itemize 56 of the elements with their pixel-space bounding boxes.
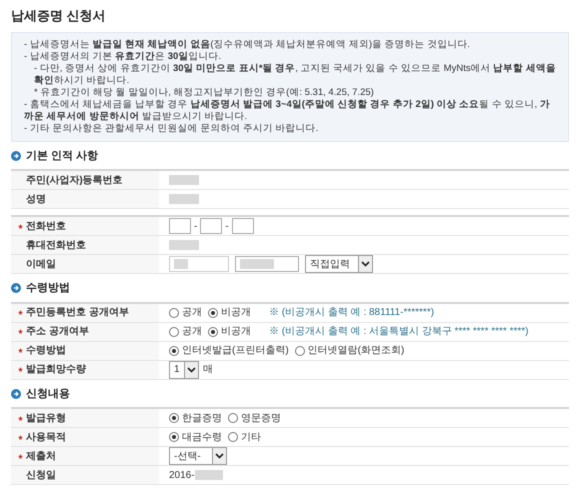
radio-option[interactable]: 공개 bbox=[169, 305, 202, 320]
unit-label: 매 bbox=[203, 363, 213, 377]
form-label: 주민등록번호 공개여부 bbox=[11, 304, 159, 322]
phone-input-field[interactable] bbox=[232, 218, 254, 234]
form-label: 주소 공개여부 bbox=[11, 322, 159, 340]
section-title: 신청내용 bbox=[26, 386, 70, 402]
date-value: 2016- bbox=[169, 468, 195, 482]
redacted-value bbox=[169, 240, 199, 250]
dropdown-select[interactable]: 1 bbox=[169, 360, 199, 378]
form-label: 성명 bbox=[11, 190, 159, 208]
hint-text: ※ (비공개시 출력 예 : 881111-*******) bbox=[269, 306, 434, 320]
form-label: 발급유형 bbox=[11, 409, 159, 427]
redacted-value bbox=[169, 194, 199, 204]
email-domain-select[interactable]: 직접입력 bbox=[305, 255, 373, 273]
form-label: 제출처 bbox=[11, 447, 159, 465]
dropdown-select[interactable]: -선택- bbox=[169, 447, 227, 465]
notice-text: - 납세증명서는 발급일 현재 체납액이 없음(징수유예액과 체납처분유예액 제외)을 증명하는 것입니다. bbox=[24, 38, 471, 50]
notice-text: * 유효기간이 해당 월 말일이나, 해정고지납부기한인 경우(예: 5.31, 4.25, 7.25) bbox=[33, 86, 375, 98]
redacted-value bbox=[169, 175, 199, 185]
hint-text: ※ (비공개시 출력 예 : 서울특별시 강북구 **** **** **** ****) bbox=[269, 325, 528, 339]
notice-text: - 납세증명서의 기본 유효기간은 30일입니다. bbox=[24, 50, 222, 62]
form-label: 사용목적 bbox=[11, 428, 159, 446]
page-title: 납세증명 신청서 bbox=[11, 7, 107, 25]
bullet-arrow-icon bbox=[11, 283, 21, 294]
email-domain-field[interactable] bbox=[235, 256, 299, 272]
phone-separator: - bbox=[194, 220, 198, 234]
radio-option[interactable]: 공개 bbox=[169, 324, 202, 339]
redacted-value bbox=[194, 470, 223, 480]
form-label: 발급희망수량 bbox=[11, 360, 159, 378]
redacted-value bbox=[240, 259, 274, 269]
redacted-value bbox=[174, 259, 188, 269]
bullet-arrow-icon bbox=[11, 388, 21, 399]
phone-input-field[interactable] bbox=[169, 218, 191, 234]
radio-option[interactable]: 인터넷발급(프린터출력) bbox=[169, 343, 289, 358]
phone-input-field[interactable] bbox=[200, 218, 222, 234]
notice-text: - 기타 문의사항은 관할세무서 민원실에 문의하여 주시기 바랍니다. bbox=[24, 122, 320, 134]
notice-text: - 다만, 증명서 상에 유효기간이 30일 미만으로 표시*될 경우, 고지된 국세가 있을 수 있으므로 MyNts에서 납부할 세액을 확인하시기 바랍니다. bbox=[33, 62, 556, 86]
email-id-field[interactable] bbox=[169, 256, 229, 272]
radio-option[interactable]: 기타 bbox=[228, 430, 261, 444]
radio-option[interactable]: 비공개 bbox=[208, 305, 251, 320]
form-label: 이메일 bbox=[11, 255, 159, 273]
form-label: 휴대전화번호 bbox=[11, 236, 159, 254]
form-label: 주민(사업자)등록번호 bbox=[11, 171, 159, 189]
section-title: 수령방법 bbox=[26, 281, 70, 296]
radio-option[interactable]: 비공개 bbox=[208, 324, 251, 339]
section-title: 기본 인적 사항 bbox=[26, 148, 98, 164]
radio-option[interactable]: 인터넷열람(화면조회) bbox=[294, 343, 404, 358]
form-label: 신청일 bbox=[11, 466, 159, 484]
radio-option[interactable]: 한글증명 bbox=[169, 410, 222, 426]
form-label: 수령방법 bbox=[11, 342, 159, 360]
bullet-arrow-icon bbox=[11, 150, 21, 161]
form-label: 전화번호 bbox=[11, 217, 159, 235]
radio-option[interactable]: 영문증명 bbox=[228, 410, 281, 426]
radio-option[interactable]: 대금수령 bbox=[169, 430, 222, 444]
phone-separator: - bbox=[225, 220, 229, 234]
notice-text: - 홈택스에서 체납세금을 납부할 경우 납세증명서 발급에 3~4일(주말에 신청할 경우 추가 2일) 이상 소요될 수 있으니, 가까운 세무서에 방문하시어 발급받으시기 바랍니다. bbox=[24, 98, 551, 122]
